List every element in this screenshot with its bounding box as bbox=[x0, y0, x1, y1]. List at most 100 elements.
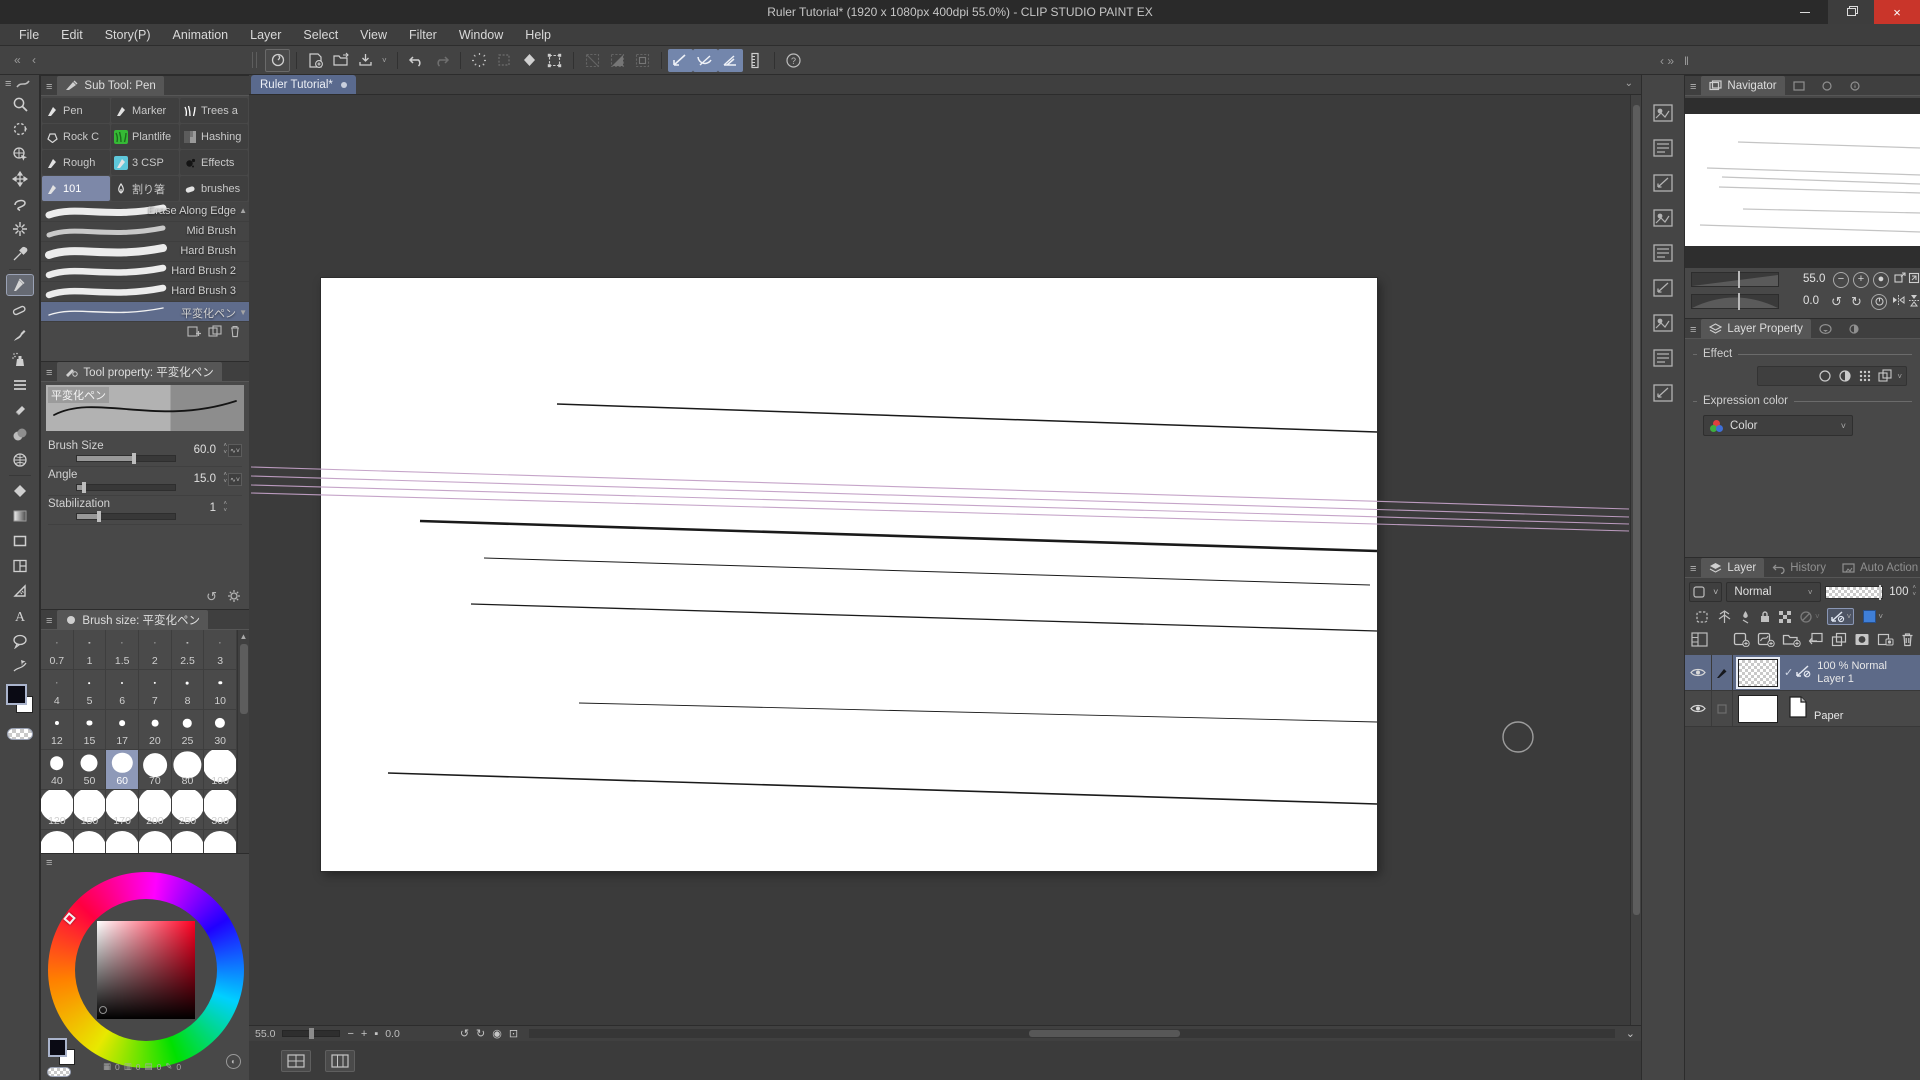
brush-size-menu-icon[interactable]: ≡ bbox=[41, 615, 57, 629]
brush-size-next-row[interactable] bbox=[74, 830, 107, 853]
subtool-group-11[interactable]: 割り箸 bbox=[111, 176, 179, 201]
property-slider[interactable] bbox=[76, 455, 176, 462]
navigator-tab[interactable]: Navigator bbox=[1701, 76, 1784, 95]
layer-property-menu-icon[interactable]: ≡ bbox=[1685, 324, 1701, 338]
brush-size-40[interactable]: 40 bbox=[41, 750, 74, 790]
reference-layer-icon[interactable] bbox=[1717, 610, 1732, 624]
layer-row-layer-1[interactable]: ✓100 % NormalLayer 1 bbox=[1685, 655, 1920, 691]
toolbar-drag-handle[interactable] bbox=[252, 52, 257, 68]
fit-to-screen-button[interactable]: ⊡ bbox=[509, 1027, 518, 1040]
mini-swatch2-icon[interactable]: ▥ bbox=[124, 1061, 132, 1072]
property-dynamics-button[interactable]: ∿˅ bbox=[228, 444, 242, 457]
layer-property-tab[interactable]: Layer Property bbox=[1701, 319, 1810, 338]
color-mode-toggle-icon[interactable]: ◐ bbox=[226, 1054, 241, 1069]
brush-size-5[interactable]: 5 bbox=[74, 670, 107, 710]
menu-animation[interactable]: Animation bbox=[162, 24, 240, 46]
new-raster-layer-icon[interactable] bbox=[1733, 632, 1750, 647]
subtool-group-1[interactable]: Pen bbox=[42, 98, 110, 123]
rotate-left-button[interactable]: ↺ bbox=[460, 1027, 469, 1040]
menu-file[interactable]: File bbox=[8, 24, 50, 46]
subtool-group-6[interactable]: Hashing bbox=[180, 124, 248, 149]
ruler-range-dropdown[interactable]: ˅ bbox=[1827, 608, 1855, 625]
subtool-group-9[interactable]: Effects bbox=[180, 150, 248, 175]
brush-size-1.5[interactable]: 1.5 bbox=[106, 630, 139, 670]
deselect-button[interactable] bbox=[492, 49, 517, 72]
subview-tab[interactable] bbox=[1785, 76, 1813, 95]
tone-effect-icon[interactable] bbox=[1837, 369, 1853, 383]
saturation-value-marker[interactable] bbox=[99, 1006, 107, 1014]
navigator-fit-button[interactable] bbox=[1894, 272, 1906, 287]
expression-color-dropdown[interactable]: Color ˅ bbox=[1703, 415, 1853, 436]
layer-list-view-icon[interactable] bbox=[1691, 632, 1708, 647]
navigator-zoom-in-button[interactable]: + bbox=[1853, 272, 1869, 288]
subtool-group-2[interactable]: Marker bbox=[111, 98, 179, 123]
pen-tool[interactable] bbox=[7, 275, 33, 295]
correct-line-tool[interactable] bbox=[7, 656, 33, 676]
subtool-panel-menu-icon[interactable]: ≡ bbox=[41, 81, 57, 95]
brush-size-70[interactable]: 70 bbox=[139, 750, 172, 790]
brush-size-next-row[interactable] bbox=[139, 830, 172, 853]
restore-button[interactable] bbox=[1828, 0, 1874, 24]
property-spinner[interactable]: ˄˅ bbox=[223, 472, 227, 486]
color-wheel-menu-icon[interactable]: ≡ bbox=[46, 857, 52, 869]
property-slider[interactable] bbox=[76, 484, 176, 491]
property-dynamics-button[interactable]: ∿˅ bbox=[228, 473, 242, 486]
brush-size-12[interactable]: 12 bbox=[41, 710, 74, 750]
navigator-zoom-out-button[interactable]: − bbox=[1833, 272, 1849, 288]
scroll-options-caret-icon[interactable]: ⌄ bbox=[1626, 1027, 1635, 1040]
layer-panel-tab-history[interactable]: History bbox=[1764, 558, 1834, 577]
material-palette-tab-1[interactable] bbox=[1652, 103, 1674, 123]
navigator-reset-rotation-button[interactable] bbox=[1871, 294, 1887, 310]
status-zoom-slider[interactable] bbox=[282, 1030, 340, 1037]
clip-to-layer-below-icon[interactable] bbox=[1695, 610, 1710, 624]
rotate-right-button[interactable]: ↻ bbox=[476, 1027, 485, 1040]
material-palette-tab-2[interactable] bbox=[1652, 138, 1674, 158]
lock-transparent-pixels-icon[interactable] bbox=[1778, 610, 1792, 624]
subtool-group-12[interactable]: brushes bbox=[180, 176, 248, 201]
material-palette-tab-5[interactable] bbox=[1652, 243, 1674, 263]
snap-to-grid-button[interactable] bbox=[718, 49, 743, 72]
material-palette-tab-8[interactable] bbox=[1652, 348, 1674, 368]
ruler-tool[interactable] bbox=[7, 581, 33, 601]
delete-subtool-icon[interactable] bbox=[229, 325, 241, 338]
ruler-icon-button[interactable] bbox=[743, 49, 768, 72]
undo-button[interactable] bbox=[404, 49, 429, 72]
brush-size-tab[interactable]: Brush size: 平変化ペン bbox=[57, 610, 208, 629]
property-slider[interactable] bbox=[76, 513, 176, 520]
blend-tool[interactable] bbox=[7, 425, 33, 445]
subtool-group-10[interactable]: 101 bbox=[42, 176, 110, 201]
brush-size-scroll-thumb[interactable] bbox=[240, 644, 248, 714]
tool-property-tab[interactable]: Tool property: 平変化ペン bbox=[57, 362, 221, 381]
information-tab[interactable] bbox=[1841, 76, 1869, 95]
balloon-tool[interactable] bbox=[7, 631, 33, 651]
create-layer-mask-icon[interactable] bbox=[1854, 632, 1870, 647]
brush-size-17[interactable]: 17 bbox=[106, 710, 139, 750]
brush-size-6[interactable]: 6 bbox=[106, 670, 139, 710]
eyedropper-tool[interactable] bbox=[7, 244, 33, 264]
brush-size-15[interactable]: 15 bbox=[74, 710, 107, 750]
palette-color-dropdown[interactable]: ˅ bbox=[1689, 582, 1722, 602]
brush-size-next-row[interactable] bbox=[41, 830, 74, 853]
clear-button[interactable] bbox=[467, 49, 492, 72]
menu-view[interactable]: View bbox=[349, 24, 398, 46]
brush-size-25[interactable]: 25 bbox=[172, 710, 205, 750]
brush-tool[interactable] bbox=[7, 325, 33, 345]
brush-size-next-row[interactable] bbox=[204, 830, 237, 853]
navigator-fullscreen-button[interactable] bbox=[1908, 272, 1920, 287]
new-layer-folder-icon[interactable] bbox=[1782, 632, 1801, 647]
canvas-workspace[interactable] bbox=[249, 95, 1641, 1025]
brush-size-150[interactable]: 150 bbox=[74, 790, 107, 830]
navigator-zoom-100-button[interactable]: ● bbox=[1873, 272, 1889, 288]
blend-mode-dropdown[interactable]: Normal ˅ bbox=[1726, 582, 1820, 602]
material-palette-tab-7[interactable] bbox=[1652, 313, 1674, 333]
effect-caret-icon[interactable]: ˅ bbox=[1897, 372, 1902, 381]
page-manager-split-button[interactable] bbox=[325, 1050, 355, 1072]
canvas-horizontal-scrollbar[interactable] bbox=[529, 1029, 1615, 1038]
brush-size-4[interactable]: 4 bbox=[41, 670, 74, 710]
mini-edit-icon[interactable]: ✎ bbox=[165, 1061, 172, 1072]
brush-size-80[interactable]: 80 bbox=[172, 750, 205, 790]
canvas-horizontal-scrollbar-thumb[interactable] bbox=[1029, 1030, 1181, 1037]
brush-item-6[interactable]: 平変化ペン▼ bbox=[41, 302, 249, 322]
csp-logo-button[interactable] bbox=[265, 49, 290, 72]
brush-size-10[interactable]: 10 bbox=[204, 670, 237, 710]
